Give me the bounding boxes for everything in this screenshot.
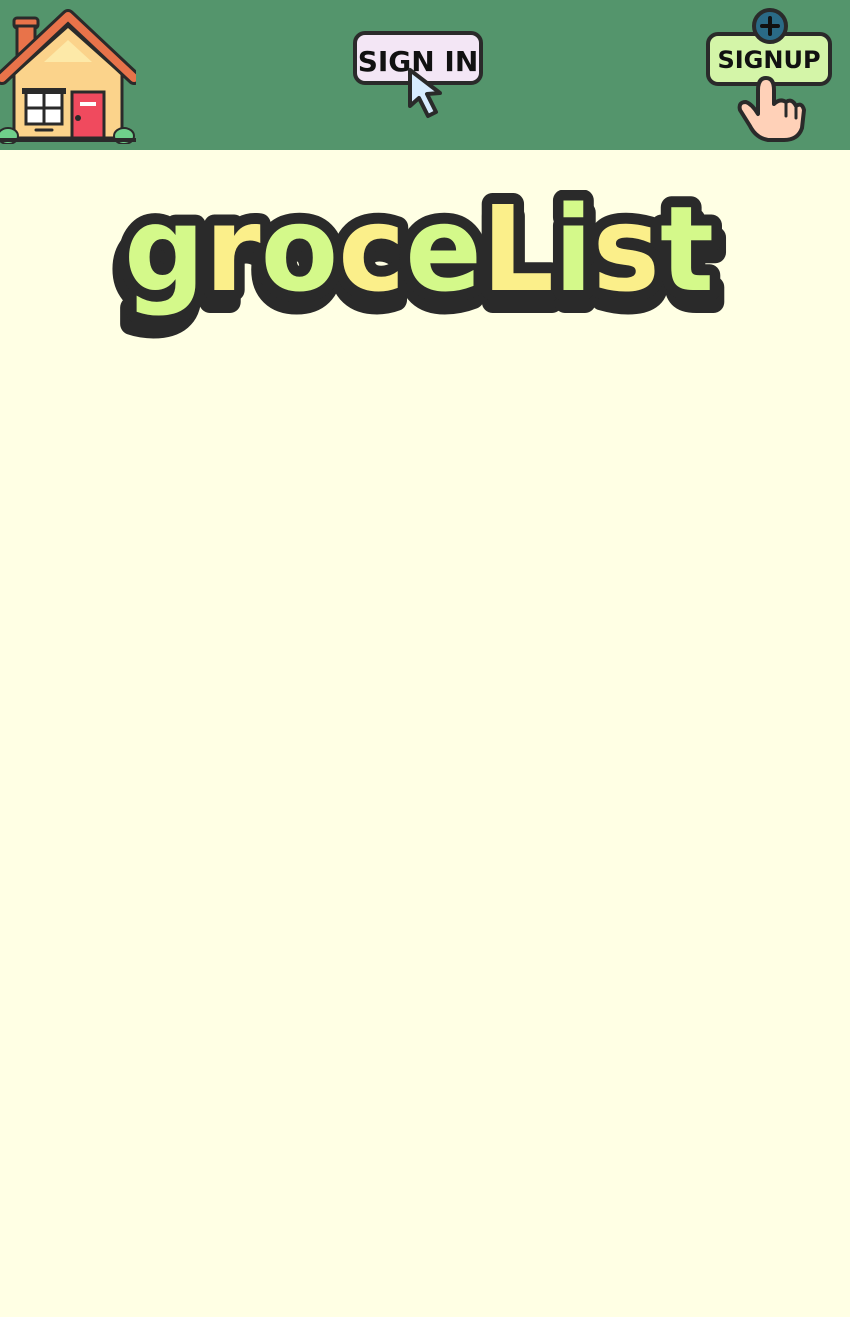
title-letter: s [593, 190, 660, 318]
sign-up-graphic: SIGNUP [706, 8, 832, 142]
house-icon [0, 9, 141, 145]
home-button[interactable] [0, 8, 141, 145]
plus-circle-icon [752, 8, 788, 44]
sign-up-button[interactable]: SIGNUP [704, 6, 836, 146]
app-title-banner: groceList groceList groceList [0, 190, 850, 340]
title-letter: t [660, 190, 714, 318]
sign-in-label: SIGN IN [358, 45, 479, 78]
app-title: groceList groceList groceList [107, 190, 729, 340]
title-letter: L [482, 190, 554, 318]
title-letter: r [205, 190, 261, 318]
pointing-hand-icon [737, 76, 806, 142]
sign-in-button[interactable]: SIGN IN [350, 28, 490, 123]
top-navbar: SIGN IN SIGNUP [0, 0, 850, 150]
title-letter: e [405, 190, 482, 318]
sign-in-graphic: SIGN IN [353, 31, 483, 118]
title-letter: i [554, 190, 593, 318]
title-letter: c [338, 190, 405, 318]
sign-up-label: SIGNUP [717, 46, 820, 74]
title-letter: g [124, 190, 205, 318]
main-content-area [0, 340, 850, 1317]
title-letter: o [261, 190, 339, 318]
app-title-text: groceList [124, 190, 714, 318]
